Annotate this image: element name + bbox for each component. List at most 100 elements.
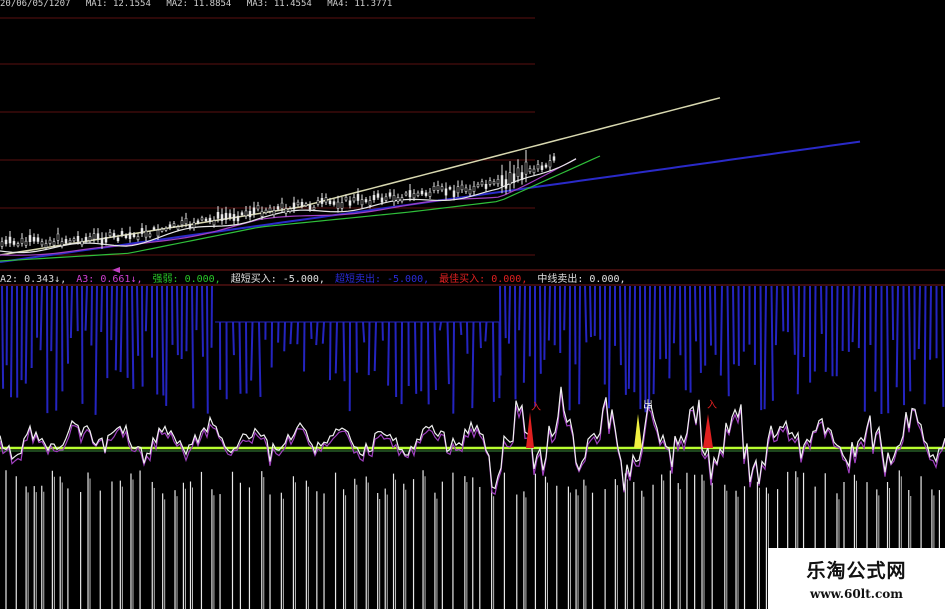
blue-signal-bar (126, 285, 129, 378)
buy-signal-label-1: 入 (531, 402, 541, 413)
candle-body (328, 200, 332, 204)
indicator-strength: 强弱: 0.000, (152, 274, 221, 285)
blue-signal-bar (589, 285, 592, 338)
candle-body (84, 236, 88, 242)
blue-signal-bar (719, 285, 723, 376)
candle-body (368, 200, 372, 206)
candle-body (44, 243, 48, 248)
candle-body (480, 181, 484, 186)
blue-signal-bar (1, 285, 5, 389)
blue-signal-bar (886, 285, 890, 414)
candle-body (4, 239, 8, 245)
candle-body (16, 243, 20, 247)
blue-signal-bar (726, 285, 730, 397)
blue-signal-bar (161, 285, 165, 396)
blue-signal-bar (633, 285, 636, 393)
indicator-short-buy: 超短买入: -5.000, (230, 274, 325, 285)
candle-body (448, 187, 452, 190)
candle-body (464, 187, 468, 192)
blue-signal-bar (289, 321, 293, 345)
blue-signal-bar (627, 285, 631, 389)
blue-signal-bar (539, 285, 542, 374)
blue-signal-bar (310, 321, 313, 339)
blue-signal-bar (131, 285, 135, 389)
candle-body (140, 228, 144, 234)
candle-body (404, 192, 408, 196)
candle-body (296, 201, 300, 205)
candle-body (380, 197, 384, 203)
candle-body (100, 238, 104, 245)
candle-body (492, 181, 496, 185)
candle-body (348, 200, 352, 206)
candle-body (436, 185, 440, 191)
blue-signal-bar (902, 285, 906, 406)
candle-body (132, 234, 136, 238)
blue-signal-bar (258, 321, 262, 397)
blue-signal-bar (471, 321, 475, 409)
candle-body (76, 235, 80, 242)
candle-body (336, 201, 340, 209)
blue-signal-bar (315, 321, 319, 346)
blue-signal-bar (185, 285, 188, 352)
blue-signal-bar (522, 285, 526, 383)
candle-body (392, 195, 396, 202)
candle-body (104, 237, 108, 243)
candle-body (160, 228, 164, 232)
blue-signal-bar (608, 285, 611, 409)
blue-signal-bar (941, 285, 945, 407)
blue-signal-bar (66, 285, 70, 364)
blue-signal-bar (55, 285, 58, 411)
candle-body (216, 212, 220, 219)
blue-signal-bar (394, 321, 398, 398)
blue-signal-bar (857, 285, 861, 349)
blue-signal-bar (802, 285, 806, 358)
blue-signal-bar (414, 321, 418, 394)
blue-signal-bar (699, 285, 702, 373)
blue-signal-bar (813, 285, 817, 372)
blue-signal-bar (792, 285, 796, 355)
blue-signal-bar (891, 285, 895, 340)
candle-body (20, 237, 24, 244)
candle-body (552, 156, 556, 161)
blue-signal-bar (141, 285, 144, 387)
blue-signal-bar (759, 285, 763, 411)
blue-signal-bar (119, 285, 123, 373)
blue-signal-bar (689, 285, 692, 393)
candle-body (340, 202, 344, 209)
blue-signal-bar (514, 285, 517, 400)
blue-signal-bar (201, 285, 204, 357)
candle-body (256, 205, 260, 210)
candle-body (252, 207, 256, 215)
blue-signal-bar (373, 321, 377, 372)
candle-body (208, 217, 212, 222)
candle-body (452, 190, 456, 197)
price-indicator-chart[interactable] (0, 0, 945, 609)
blue-signal-bar (770, 285, 774, 401)
blue-signal-bar (652, 285, 656, 395)
candle-body (172, 223, 176, 227)
candle-body (12, 241, 16, 245)
blue-signal-bar (714, 285, 717, 355)
candle-body (36, 237, 40, 242)
candle-body (72, 238, 76, 242)
candle-body (520, 172, 524, 181)
candle-body (68, 240, 72, 244)
candle-body (264, 209, 268, 213)
candlestick-series (0, 149, 556, 251)
indicator-short-sell: 超短卖出: -5.000, (334, 274, 430, 285)
candle-body (152, 227, 156, 230)
candle-body (428, 191, 432, 197)
candle-body (528, 168, 532, 172)
blue-signal-bar (171, 285, 174, 345)
blue-signal-bar (504, 285, 507, 339)
blue-signal-bar (923, 285, 927, 405)
blue-signal-bar (694, 285, 698, 342)
candle-body (88, 236, 92, 241)
blue-signal-bar (499, 285, 502, 376)
candle-body (268, 207, 272, 212)
candle-body (332, 201, 336, 205)
candle-body (176, 226, 180, 230)
watermark-logo: 乐淘公式网 www.60lt.com (768, 548, 945, 609)
blue-signal-bar (76, 285, 79, 332)
blue-signal-bar (176, 285, 179, 356)
